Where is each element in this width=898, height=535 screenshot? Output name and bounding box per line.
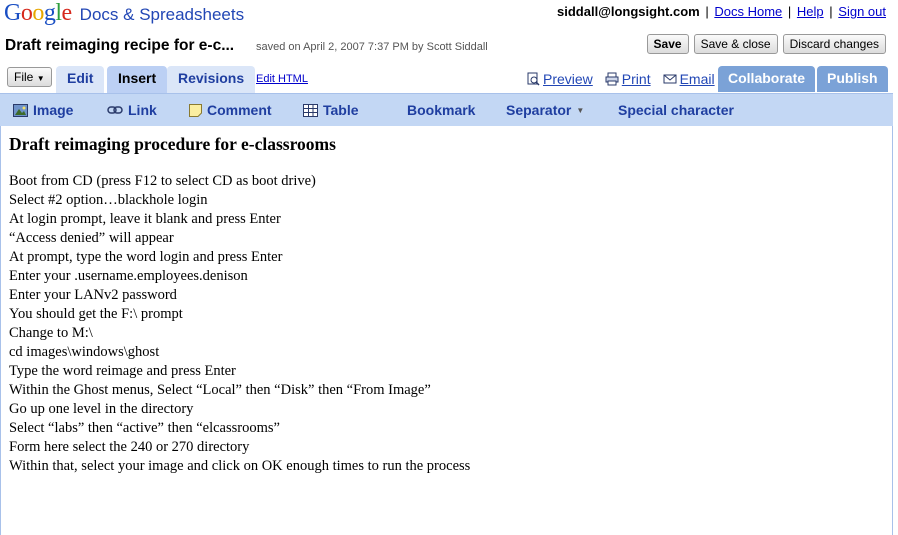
- document-title[interactable]: Draft reimaging recipe for e-c...: [5, 37, 234, 55]
- logo-letter: e: [61, 0, 73, 26]
- insert-image-button[interactable]: Image: [13, 102, 73, 118]
- email-link[interactable]: Email: [663, 71, 715, 87]
- document-line: Type the word reimage and press Enter: [9, 363, 236, 379]
- document-line: At prompt, type the word login and press…: [9, 249, 283, 265]
- link-icon: [107, 106, 123, 114]
- insert-table-button[interactable]: Table: [303, 102, 359, 118]
- comment-icon: [189, 103, 202, 117]
- tab-insert[interactable]: Insert: [107, 66, 168, 93]
- image-icon: [13, 103, 28, 117]
- insert-toolbar: Image Link Comment Table Bookmark Separa…: [0, 93, 893, 126]
- insert-bookmark-button[interactable]: Bookmark: [407, 102, 475, 118]
- file-menu-label: File: [14, 70, 34, 84]
- document-line: Within that, select your image and click…: [9, 458, 471, 474]
- print-link[interactable]: Print: [605, 71, 651, 87]
- insert-special-character-button[interactable]: Special character: [618, 102, 734, 118]
- document-line: Enter your LANv2 password: [9, 287, 177, 303]
- insert-link-button[interactable]: Link: [107, 102, 157, 118]
- document-line: You should get the F:\ prompt: [9, 306, 183, 322]
- edit-html-link[interactable]: Edit HTML: [256, 73, 308, 85]
- help-link[interactable]: Help: [797, 4, 824, 19]
- logo-letter: G: [4, 0, 21, 26]
- preview-icon: [527, 72, 540, 86]
- logo-letter: o: [20, 0, 33, 26]
- document-line: Go up one level in the directory: [9, 401, 194, 417]
- document-tools: Preview Print Email: [527, 71, 715, 87]
- table-icon: [303, 103, 318, 117]
- preview-link[interactable]: Preview: [527, 71, 593, 87]
- document-line: Form here select the 240 or 270 director…: [9, 439, 250, 455]
- discard-changes-button[interactable]: Discard changes: [782, 34, 886, 54]
- document-line: “Access denied” will appear: [9, 230, 174, 246]
- document-line: Enter your .username.employees.denison: [9, 268, 248, 284]
- document-line: cd images\windows\ghost: [9, 344, 160, 360]
- tab-edit[interactable]: Edit: [56, 66, 105, 93]
- publish-button[interactable]: Publish: [817, 66, 888, 92]
- document-heading: Draft reimaging procedure for e-classroo…: [9, 134, 336, 154]
- account-links: siddall@longsight.com | Docs Home | Help…: [557, 4, 886, 19]
- document-actions: Save Save & close Discard changes: [646, 34, 886, 54]
- chevron-down-icon: ▼: [36, 74, 45, 83]
- save-button[interactable]: Save: [646, 34, 689, 54]
- logo-letter: g: [43, 0, 56, 26]
- tab-revisions[interactable]: Revisions: [167, 66, 256, 93]
- logo-letter: o: [32, 0, 44, 26]
- product-name[interactable]: Docs & Spreadsheets: [80, 2, 244, 28]
- chevron-down-icon: ▼: [576, 105, 585, 115]
- document-line: Within the Ghost menus, Select “Local” t…: [9, 382, 431, 398]
- saved-status: saved on April 2, 2007 7:37 PM by Scott …: [256, 41, 488, 53]
- document-editor[interactable]: Draft reimaging procedure for e-classroo…: [0, 126, 893, 535]
- document-line: Change to M:\: [9, 325, 93, 341]
- document-line: At login prompt, leave it blank and pres…: [9, 211, 281, 227]
- document-line: Select #2 option…blackhole login: [9, 192, 208, 208]
- user-email: siddall@longsight.com: [557, 4, 700, 19]
- google-logo[interactable]: Google Docs & Spreadsheets: [4, 0, 244, 26]
- document-line: Select “labs” then “active” then “elcass…: [9, 420, 280, 436]
- email-icon: [663, 74, 677, 84]
- collaborate-button[interactable]: Collaborate: [718, 66, 816, 92]
- document-line: Boot from CD (press F12 to select CD as …: [9, 173, 316, 189]
- docs-home-link[interactable]: Docs Home: [714, 4, 782, 19]
- document-body: Boot from CD (press F12 to select CD as …: [9, 172, 470, 476]
- save-close-button[interactable]: Save & close: [693, 34, 778, 54]
- file-menu-button[interactable]: File ▼: [7, 67, 52, 87]
- print-icon: [605, 72, 619, 86]
- sign-out-link[interactable]: Sign out: [838, 4, 886, 19]
- google-wordmark: Google: [4, 0, 72, 26]
- insert-comment-button[interactable]: Comment: [189, 102, 272, 118]
- insert-separator-dropdown[interactable]: Separator ▼: [506, 102, 584, 118]
